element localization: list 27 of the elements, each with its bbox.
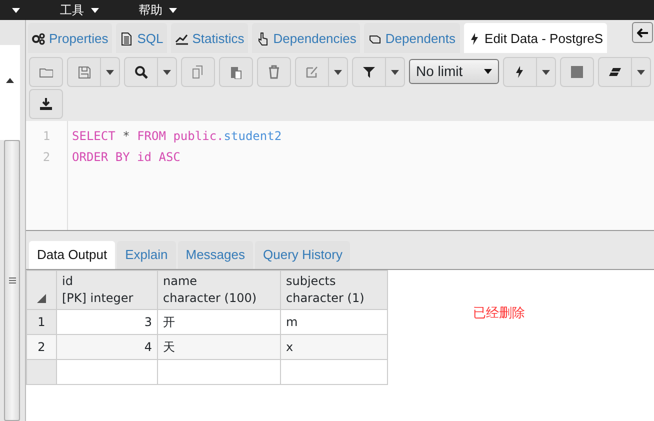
table-cell: 4 (56, 334, 158, 360)
column-header[interactable]: subjects character (1) (280, 270, 388, 310)
note-text: 已经删除 (473, 304, 525, 321)
tab[interactable]: SQL (116, 23, 168, 53)
tab[interactable]: Statistics (171, 23, 248, 53)
limit-select[interactable]: No limit (409, 59, 499, 84)
tab[interactable]: Edit Data - PostgreS (464, 23, 608, 53)
line-number: 2 (42, 149, 52, 166)
tab[interactable]: Properties (28, 23, 112, 53)
tab[interactable]: Dependents (364, 23, 460, 53)
menu-item[interactable]: 工具 (60, 1, 98, 19)
table-cell: x (280, 334, 388, 360)
table-cell: 天 (158, 334, 280, 360)
tab[interactable]: Query History (255, 241, 350, 269)
code-line: SELECT * FROM public.student2 (72, 128, 282, 145)
row-number: 1 (26, 310, 56, 334)
menu-item[interactable]: 帮助 (138, 1, 177, 19)
code-line: ORDER BY id ASC (72, 149, 182, 166)
column-header[interactable]: id [PK] integer (56, 270, 158, 310)
row-number: 2 (26, 334, 56, 360)
tab[interactable]: Dependencies (252, 23, 360, 53)
column-header[interactable]: name character (100) (158, 270, 280, 310)
line-number: 1 (42, 128, 52, 145)
tab[interactable]: Explain (117, 241, 176, 269)
tab[interactable]: Messages (178, 241, 253, 269)
sql-editor[interactable]: 1 2 SELECT * FROM public.student2 ORDER BY id ASC (26, 121, 654, 231)
tab[interactable]: Data Output (29, 241, 116, 269)
